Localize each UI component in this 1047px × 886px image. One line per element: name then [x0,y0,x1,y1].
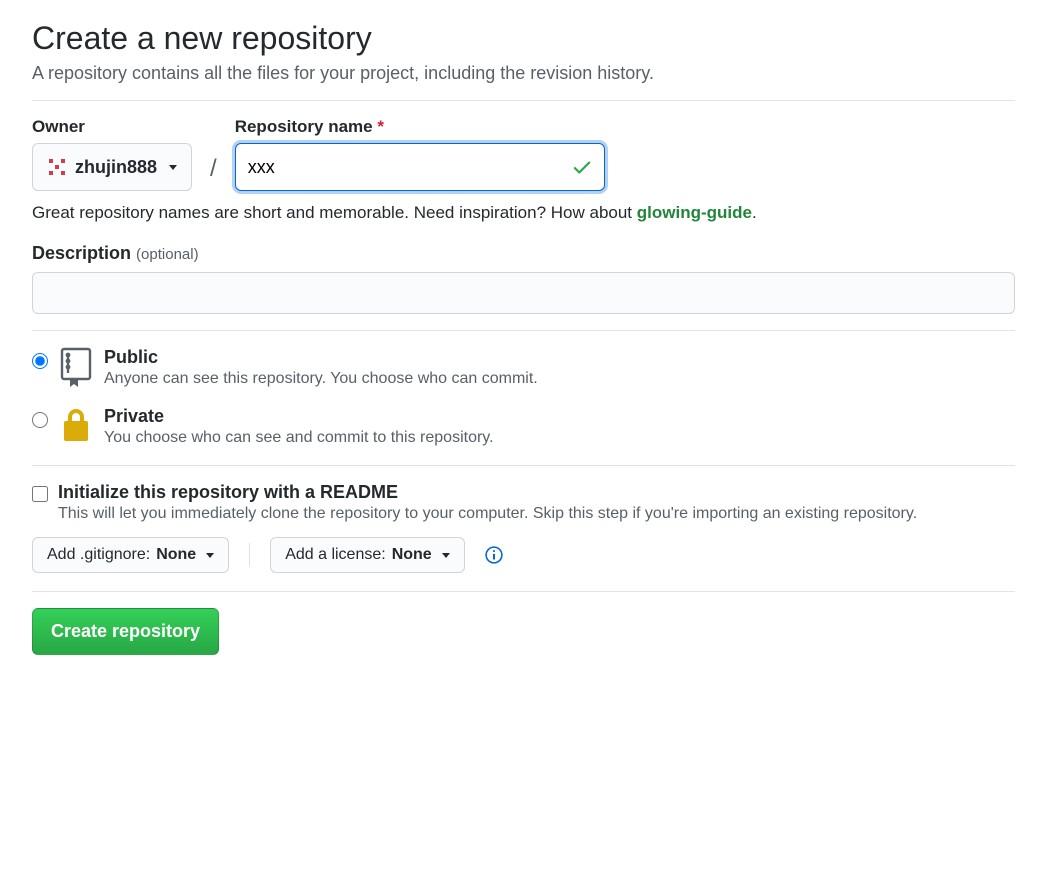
init-desc: This will let you immediately clone the … [58,505,1015,523]
page-subtitle: A repository contains all the files for … [32,63,1015,84]
description-input[interactable] [32,272,1015,314]
private-radio[interactable] [32,412,48,428]
owner-value: zhujin888 [75,157,157,178]
page-title: Create a new repository [32,20,1015,57]
private-desc: You choose who can see and commit to thi… [104,429,1015,447]
owner-select-button[interactable]: zhujin888 [32,143,192,191]
visibility-private-option[interactable]: Private You choose who can see and commi… [32,406,1015,447]
required-star: * [377,117,384,136]
create-repository-button[interactable]: Create repository [32,608,219,655]
caret-down-icon [442,553,450,558]
visibility-public-option[interactable]: Public Anyone can see this repository. Y… [32,347,1015,388]
caret-down-icon [206,553,214,558]
caret-down-icon [169,165,177,170]
lock-icon [60,406,92,446]
owner-avatar-icon [47,157,67,177]
description-label: Description (optional) [32,243,1015,264]
public-radio[interactable] [32,353,48,369]
info-icon[interactable] [485,546,503,564]
repo-icon [60,347,92,387]
vertical-separator [249,543,250,567]
private-title: Private [104,406,1015,427]
divider [32,591,1015,592]
owner-label: Owner [32,117,192,137]
init-title: Initialize this repository with a README [58,482,398,503]
public-desc: Anyone can see this repository. You choo… [104,370,1015,388]
owner-repo-separator: / [210,155,217,183]
init-readme-option[interactable]: Initialize this repository with a README [32,482,1015,503]
divider [32,330,1015,331]
optional-note: (optional) [136,246,199,263]
repo-name-label: Repository name * [235,117,605,137]
license-select-button[interactable]: Add a license: None [270,537,465,573]
gitignore-select-button[interactable]: Add .gitignore: None [32,537,229,573]
divider [32,100,1015,101]
check-icon [571,156,593,178]
public-title: Public [104,347,1015,368]
init-readme-checkbox[interactable] [32,486,48,502]
repo-name-input[interactable] [235,143,605,191]
divider [32,465,1015,466]
repo-name-hint: Great repository names are short and mem… [32,203,1015,223]
suggestion-link[interactable]: glowing-guide [637,203,752,222]
